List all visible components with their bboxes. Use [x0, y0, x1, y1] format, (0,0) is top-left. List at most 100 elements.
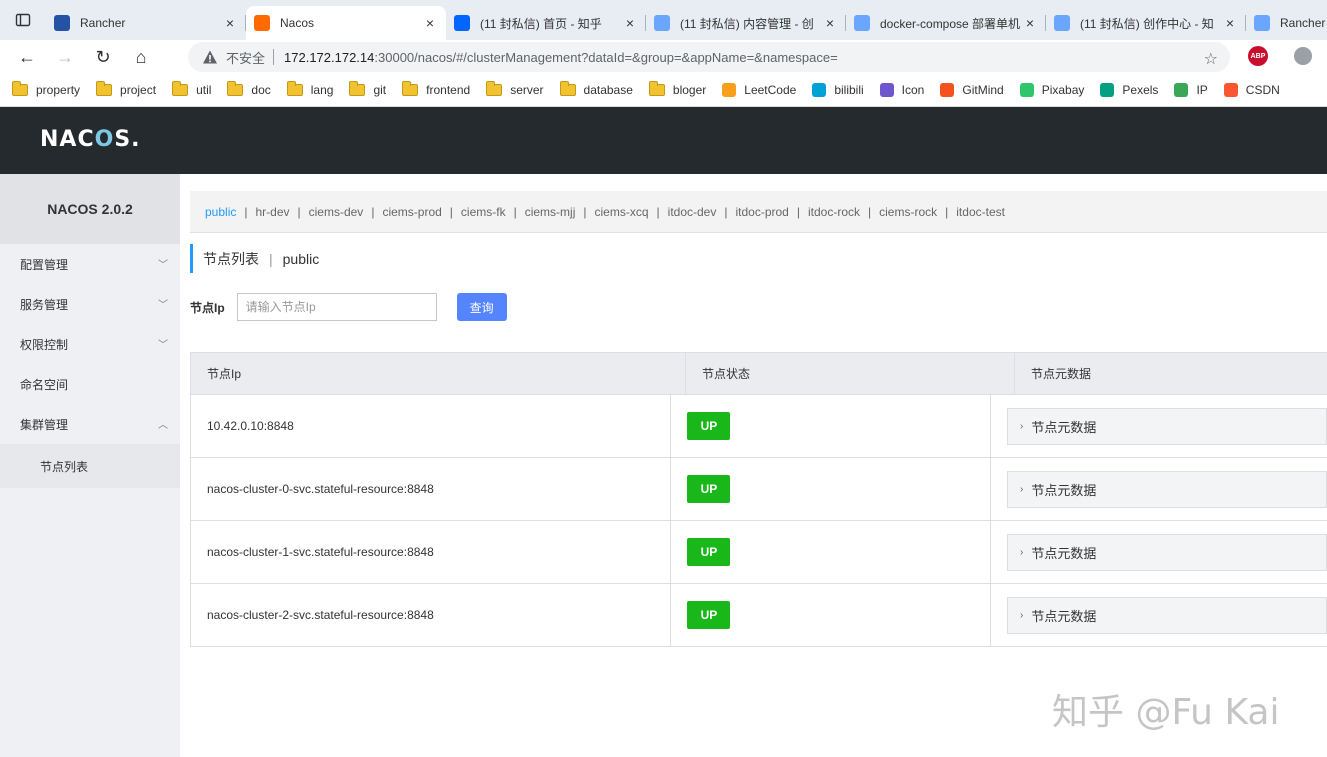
namespace-link[interactable]: hr-dev: [255, 205, 289, 219]
namespace-link[interactable]: ciems-xcq: [595, 205, 649, 219]
tab-actions-icon[interactable]: [0, 0, 46, 40]
bookmark-item[interactable]: Icon: [879, 83, 925, 97]
namespace-link[interactable]: ciems-mjj: [525, 205, 576, 219]
namespace-link[interactable]: public: [205, 205, 236, 219]
sidebar-menu-label: 服务管理: [20, 297, 69, 312]
node-ip-input[interactable]: [236, 293, 437, 321]
sidebar-menu-item[interactable]: 权限控制 ﹀: [0, 324, 180, 364]
folder-icon: [227, 81, 244, 96]
bookmark-item[interactable]: property: [12, 81, 81, 97]
namespace-link[interactable]: ciems-dev: [309, 205, 364, 219]
folder-icon: [402, 81, 419, 96]
sidebar-subitem[interactable]: 节点列表: [0, 444, 180, 488]
bookmark-star-icon[interactable]: ☆: [1204, 49, 1218, 69]
browser-tab[interactable]: Rancher ×: [46, 6, 246, 40]
namespace-link[interactable]: itdoc-prod: [735, 205, 788, 219]
metadata-collapse[interactable]: › 节点元数据: [1007, 533, 1327, 571]
bookmark-item[interactable]: bilibili: [812, 83, 864, 97]
back-arrow-icon[interactable]: ←: [10, 42, 44, 72]
folder-icon: [486, 81, 503, 96]
extension-icon[interactable]: [1294, 47, 1312, 65]
chevron-down-icon: ﹀: [158, 340, 168, 351]
bookmarks-bar: property project util doc lang git frontend ser…: [0, 74, 1327, 107]
browser-tab[interactable]: docker-compose 部署单机 ×: [846, 6, 1046, 40]
home-icon[interactable]: ⌂: [124, 42, 158, 72]
bookmark-label: frontend: [426, 83, 471, 97]
browser-toolbar: ← → ↻ ⌂ 不安全 172.172.172.14:30000/nacos/#…: [0, 40, 1327, 74]
bookmark-item[interactable]: util: [172, 81, 211, 97]
sidebar-menu-label: 权限控制: [20, 337, 69, 352]
metadata-collapse[interactable]: › 节点元数据: [1007, 596, 1327, 634]
close-icon[interactable]: ×: [1222, 15, 1238, 31]
metadata-label: 节点元数据: [1031, 419, 1097, 435]
bookmark-label: Icon: [901, 83, 925, 97]
browser-tab[interactable]: Nacos ×: [246, 6, 446, 40]
bookmark-item[interactable]: IP: [1174, 83, 1208, 97]
bookmark-label: LeetCode: [744, 83, 797, 97]
sidebar-menu-item[interactable]: 配置管理 ﹀: [0, 244, 180, 284]
cell-node-status: UP: [671, 584, 991, 646]
sidebar-menu-item[interactable]: 集群管理 ︿: [0, 404, 180, 444]
bookmark-item[interactable]: git: [349, 81, 386, 97]
close-icon[interactable]: ×: [1022, 15, 1038, 31]
bookmark-item[interactable]: bloger: [648, 81, 706, 97]
table-header: 节点Ip 节点状态 节点元数据: [191, 353, 1327, 395]
reload-icon[interactable]: ↻: [86, 42, 120, 72]
sidebar-menu-item[interactable]: 命名空间: [0, 364, 180, 404]
cell-node-metadata: › 节点元数据: [991, 584, 1327, 646]
namespace-link[interactable]: ciems-rock: [879, 205, 937, 219]
bookmark-item[interactable]: database: [559, 81, 633, 97]
chevron-right-icon: ›: [1020, 546, 1024, 558]
namespace-separator: |: [583, 204, 587, 219]
sidebar-menu-label: 配置管理: [20, 257, 69, 272]
namespace-link[interactable]: itdoc-dev: [668, 205, 717, 219]
search-button[interactable]: 查询: [456, 293, 507, 321]
forward-arrow-icon[interactable]: →: [48, 42, 82, 72]
browser-tab[interactable]: (11 封私信) 创作中心 - 知 ×: [1046, 6, 1246, 40]
namespace-link[interactable]: itdoc-test: [956, 205, 1005, 219]
bookmark-label: project: [120, 83, 157, 97]
bookmark-item[interactable]: Pixabay: [1019, 83, 1084, 97]
namespace-link[interactable]: ciems-prod: [382, 205, 441, 219]
bookmark-label: server: [510, 83, 544, 97]
adblock-extension-icon[interactable]: ABP: [1248, 46, 1268, 66]
close-icon[interactable]: ×: [422, 15, 438, 31]
bookmark-label: bilibili: [834, 83, 864, 97]
bookmark-item[interactable]: LeetCode: [722, 83, 796, 97]
site-favicon-icon: [879, 83, 894, 97]
warning-icon[interactable]: [202, 49, 218, 65]
namespace-link[interactable]: ciems-fk: [461, 205, 506, 219]
tab-title: Rancher: [1280, 16, 1326, 30]
bookmark-label: property: [36, 83, 81, 97]
namespace-separator: |: [945, 204, 949, 219]
close-icon[interactable]: ×: [622, 15, 638, 31]
bookmark-item[interactable]: frontend: [402, 81, 471, 97]
zhihu-icon: [854, 15, 870, 31]
bookmark-item[interactable]: CSDN: [1223, 83, 1280, 97]
browser-tab[interactable]: (11 封私信) 首页 - 知乎 ×: [446, 6, 646, 40]
status-badge: UP: [687, 412, 731, 440]
browser-tab[interactable]: Rancher: [1246, 6, 1327, 40]
sidebar-menu-item[interactable]: 服务管理 ﹀: [0, 284, 180, 324]
metadata-collapse[interactable]: › 节点元数据: [1007, 470, 1327, 508]
page-title-text: 节点列表: [203, 250, 259, 267]
tab-title: docker-compose 部署单机: [880, 16, 1021, 31]
bookmark-item[interactable]: lang: [286, 81, 333, 97]
browser-tab[interactable]: (11 封私信) 内容管理 - 创 ×: [646, 6, 846, 40]
bookmark-item[interactable]: doc: [227, 81, 271, 97]
bookmark-item[interactable]: Pexels: [1100, 83, 1158, 97]
close-icon[interactable]: ×: [822, 15, 838, 31]
title-separator: |: [269, 250, 273, 267]
bookmark-item[interactable]: server: [486, 81, 544, 97]
site-favicon-icon: [812, 83, 827, 97]
zhihu-icon: [654, 15, 670, 31]
folder-icon: [96, 81, 113, 96]
address-bar[interactable]: 不安全 172.172.172.14:30000/nacos/#/cluster…: [188, 42, 1230, 72]
close-icon[interactable]: ×: [222, 15, 238, 31]
status-badge: UP: [687, 475, 731, 503]
nacos-logo[interactable]: NACOS.: [40, 127, 141, 152]
metadata-collapse[interactable]: › 节点元数据: [1007, 407, 1327, 445]
bookmark-item[interactable]: GitMind: [940, 83, 1004, 97]
namespace-link[interactable]: itdoc-rock: [808, 205, 860, 219]
bookmark-item[interactable]: project: [96, 81, 157, 97]
